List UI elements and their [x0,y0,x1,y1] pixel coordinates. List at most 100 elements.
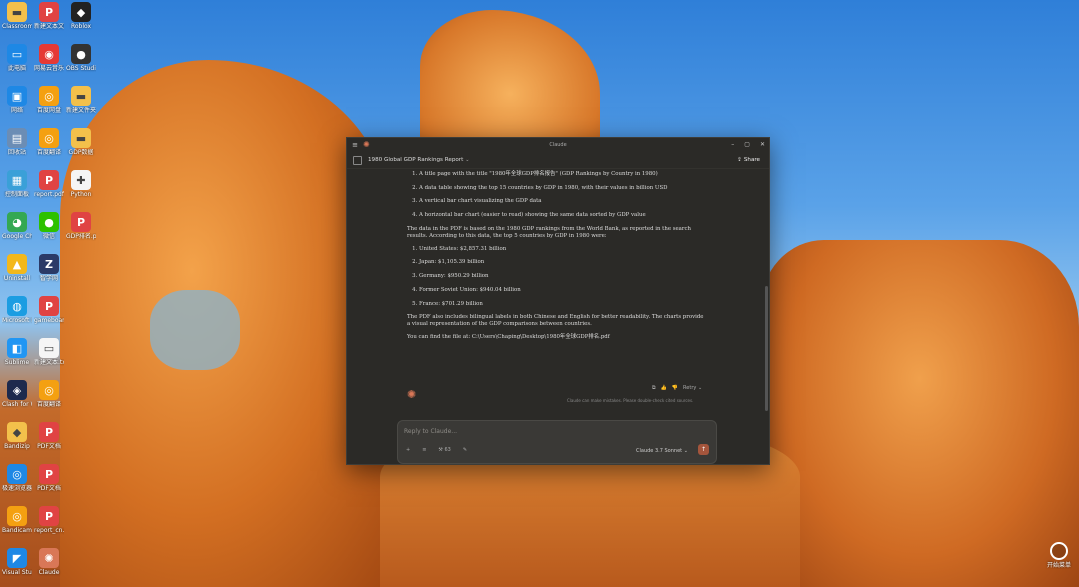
desktop-icon[interactable]: ◎ 百度网盘 [34,86,64,115]
wallpaper-valley [150,290,240,370]
desktop-app-icon: P [71,212,91,232]
desktop-icon[interactable]: P PDF文档 [34,464,64,493]
desktop-icon[interactable]: ✺ Claude [34,548,64,577]
desktop-icon[interactable]: ◍Microsoft Edge [2,296,32,325]
desktop-icon[interactable]: ▭新建文本.txt [34,338,64,367]
desktop-icon[interactable]: ▣ 网络 [2,86,32,115]
share-button[interactable]: ⇪ Share [737,157,760,163]
desktop-icon[interactable]: ◎ 百度翻译 [34,380,64,409]
desktop-icon-label: Classroom [2,23,32,30]
retry-button[interactable]: Retry ⌄ [683,385,702,391]
desktop-app-icon: P [39,296,59,316]
desktop-icon[interactable]: Preport.pdf [34,170,64,199]
desktop-icon[interactable]: ◆ Roblox [66,2,96,31]
desktop-icon[interactable]: P PDF文档 [34,422,64,451]
desktop-icon[interactable]: ● 微信 [34,212,64,241]
desktop-icon[interactable]: ◕Google Chrome [2,212,32,241]
desktop-icon[interactable]: ◉ 网易云音乐 [34,44,64,73]
list-item: A horizontal bar chart (easier to read) … [419,212,707,219]
desktop-icon[interactable]: ◤Visual Studio Code [2,548,32,577]
desktop-icon-label: 网络 [10,107,23,114]
desktop-icon-label: 百度翻译 [36,149,61,156]
desktop-icon-label: Claude [38,569,60,576]
tools-button[interactable]: ⚒ 63 [438,447,450,453]
desktop-app-icon: ◉ [39,44,59,64]
desktop-icon[interactable]: ▬ GDP数据 [66,128,96,157]
tray-widget[interactable]: 开始菜单 [1045,542,1073,569]
desktop-app-icon: P [39,506,59,526]
desktop-app-icon: ◎ [39,86,59,106]
model-selector[interactable]: Claude 3.7 Sonnet ⌄ [636,448,688,454]
share-label: Share [743,157,760,163]
start-icon [1050,542,1068,560]
desktop-icon[interactable]: ▭ 此电脑 [2,44,32,73]
plus-icon[interactable]: + [406,447,410,453]
desktop-icon[interactable]: ◧ Sublime [2,338,32,367]
sliders-icon[interactable]: ≡ [422,447,426,453]
desktop-icon-label: GDP排名.pdf [66,233,96,240]
desktop-app-icon: ▭ [39,338,59,358]
sidebar-toggle-icon[interactable] [353,155,362,165]
wallpaper-rock-top [420,10,600,150]
desktop-icon[interactable]: ▲ Uninstall [2,254,32,283]
desktop-icon-label: 网易云音乐 [34,65,64,72]
desktop-icon[interactable]: ▬ 新建文件夹 [66,86,96,115]
reply-input[interactable]: Reply to Claude... [404,428,457,435]
maximize-button[interactable]: ▢ [744,138,750,152]
desktop-icons: ▬ClassroomP新建文本文档◆Roblox▭此电脑◉网易云音乐●OBS S… [0,0,100,587]
desktop-icon[interactable]: ✚ Python [66,170,96,199]
composer[interactable]: Reply to Claude... + ≡ ⚒ 63 ✎ Claude 3.7… [397,420,717,464]
desktop-icon-label: PDF文档 [37,485,61,492]
desktop-app-icon: Z [39,254,59,274]
desktop-icon[interactable]: Preport_cn.pdf [34,506,64,535]
desktop-icon[interactable]: ▦ 控制面板 [2,170,32,199]
list-item: Germany: $950.29 billion [419,273,707,280]
desktop-icon-label: Bandizip [4,443,30,450]
desktop-app-icon: ● [39,212,59,232]
desktop-icon-label: Bandicam [2,527,32,534]
window-controls: – ▢ ✕ [731,138,765,152]
desktop-app-icon: ◈ [7,380,27,400]
desktop-app-icon: ● [71,44,91,64]
desktop-icon[interactable]: P新建文本文档 [34,2,64,31]
desktop-icon[interactable]: ▬ Classroom [2,2,32,31]
desktop-icon-label: 智学网 [39,275,58,282]
wallpaper-rock-right [760,240,1079,587]
scrollbar[interactable] [765,286,768,411]
tool-count: 63 [444,447,451,453]
desktop-icon[interactable]: ◆ Bandizip [2,422,32,451]
desktop-icon-label: PDF文档 [37,443,61,450]
desktop-icon[interactable]: ◈Clash for Windows [2,380,32,409]
desktop-icon-label: report_cn.pdf [34,527,64,534]
list-item: A vertical bar chart visualizing the GDP… [419,198,707,205]
desktop-app-icon: ◎ [39,380,59,400]
desktop-icon[interactable]: ◎ 百度翻译 [34,128,64,157]
para-bilingual: The PDF also includes bilingual labels i… [407,314,704,328]
send-button[interactable]: ↑ [698,444,709,455]
thumbs-up-icon[interactable]: 👍 [661,385,667,391]
desktop-icon-label: 百度网盘 [36,107,61,114]
desktop-icon[interactable]: ▤ 回收站 [2,128,32,157]
desktop-icon-label: 此电脑 [7,65,26,72]
close-button[interactable]: ✕ [760,138,765,152]
attach-icon[interactable]: ✎ [463,447,467,453]
retry-label: Retry [683,385,697,391]
minimize-button[interactable]: – [731,138,734,152]
desktop-icon-label: Clash for Windows [2,401,32,408]
desktop-icon[interactable]: Z 智学网 [34,254,64,283]
desktop-icon-label: 极速浏览器 [2,485,32,492]
composer-tools: + ≡ ⚒ 63 ✎ [406,447,467,453]
conversation-title[interactable]: 1980 Global GDP Rankings Report ⌄ [368,157,470,163]
copy-icon[interactable]: ⧉ [652,385,656,391]
thumbs-down-icon[interactable]: 👎 [672,385,678,391]
desktop-icon[interactable]: ●OBS Studio [66,44,96,73]
titlebar: ≡ ✺ Claude – ▢ ✕ [347,138,769,152]
desktop-app-icon: ◤ [7,548,27,568]
desktop-icon[interactable]: Pgameboard [34,296,64,325]
desktop-app-icon: ▬ [7,2,27,22]
desktop-icon[interactable]: ◎ 极速浏览器 [2,464,32,493]
desktop-icon[interactable]: PGDP排名.pdf [66,212,96,241]
desktop-icon[interactable]: ◎ Bandicam [2,506,32,535]
desktop-icon-label: Sublime [4,359,30,366]
para-data-source: The data in the PDF is based on the 1980… [407,225,691,239]
